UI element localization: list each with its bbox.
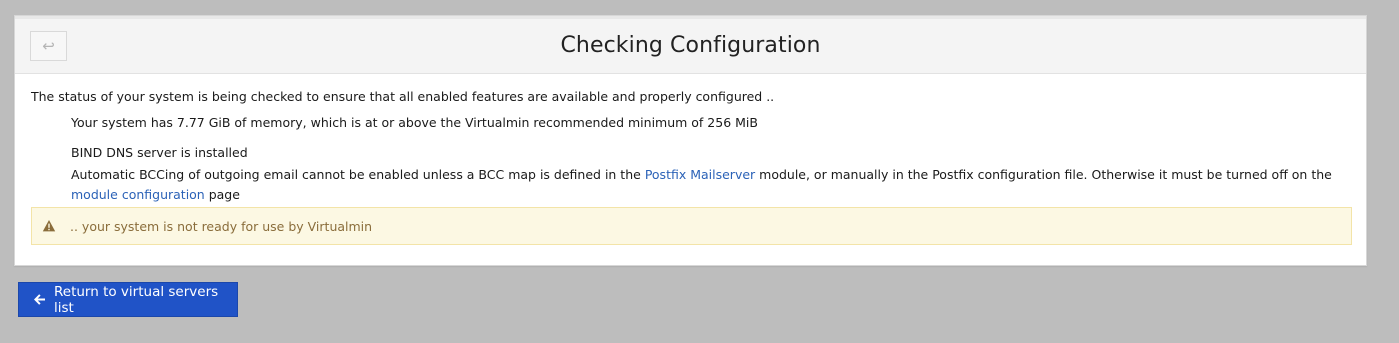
panel-header: ↩ Checking Configuration xyxy=(15,16,1366,74)
bcc-text-middle: module, or manually in the Postfix confi… xyxy=(755,167,1332,182)
warning-icon xyxy=(42,219,56,233)
not-ready-alert: .. your system is not ready for use by V… xyxy=(31,207,1352,245)
return-to-servers-button[interactable]: Return to virtual servers list xyxy=(18,282,238,317)
bcc-text-after: page xyxy=(204,187,240,202)
page-title: Checking Configuration xyxy=(560,33,821,58)
bcc-text-before: Automatic BCCing of outgoing email canno… xyxy=(71,167,645,182)
postfix-mailserver-link[interactable]: Postfix Mailserver xyxy=(645,167,755,182)
config-check-panel: ↩ Checking Configuration The status of y… xyxy=(14,15,1367,266)
alert-text: .. your system is not ready for use by V… xyxy=(70,218,373,234)
memory-check-text: Your system has 7.77 GiB of memory, whic… xyxy=(71,115,758,130)
bind-check-text: BIND DNS server is installed xyxy=(71,145,248,160)
bcc-check-text: Automatic BCCing of outgoing email canno… xyxy=(71,165,1359,205)
arrow-left-icon xyxy=(33,293,46,306)
module-configuration-link[interactable]: module configuration xyxy=(71,187,205,202)
return-button-label: Return to virtual servers list xyxy=(54,283,219,316)
intro-text: The status of your system is being check… xyxy=(31,89,775,104)
